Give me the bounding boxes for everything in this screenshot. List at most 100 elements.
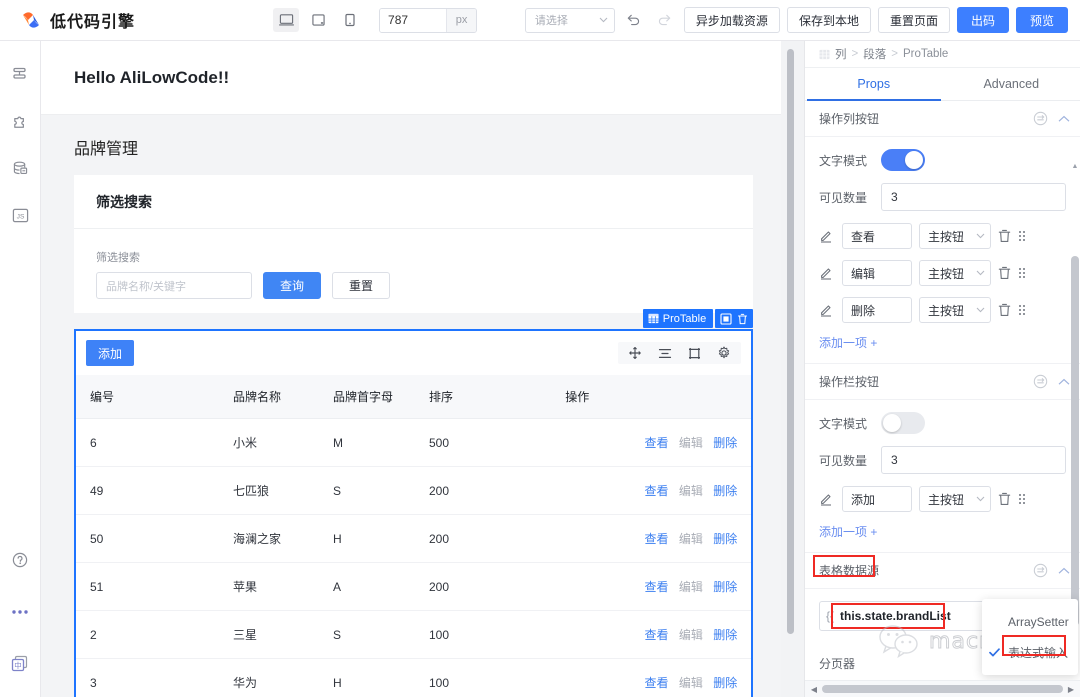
col-header-letter[interactable]: 品牌首字母: [319, 375, 415, 419]
menu-item-arraysetter[interactable]: ArraySetter: [982, 607, 1078, 637]
delete-item-icon[interactable]: [998, 303, 1011, 317]
more-icon[interactable]: [5, 597, 35, 627]
text-mode-toggle[interactable]: [881, 412, 925, 434]
reset-button[interactable]: 重置: [332, 272, 391, 299]
variable-bind-icon[interactable]: [1033, 111, 1048, 126]
undo-button[interactable]: [622, 8, 646, 32]
setting-icon[interactable]: [717, 346, 731, 360]
row-view-link[interactable]: 查看: [644, 436, 668, 450]
row-edit-link[interactable]: 编辑: [679, 436, 703, 450]
row-edit-link[interactable]: 编辑: [679, 628, 703, 642]
mobile-view-button[interactable]: [337, 8, 363, 32]
variable-bind-icon[interactable]: [1033, 374, 1048, 389]
canvas-scrollbar-track[interactable]: [781, 41, 804, 697]
row-delete-link[interactable]: 删除: [713, 676, 737, 690]
edit-pencil-icon[interactable]: [819, 266, 835, 280]
desktop-view-button[interactable]: [273, 8, 300, 32]
drag-handle-icon[interactable]: [1018, 266, 1026, 280]
action-item-type-select[interactable]: 主按钮: [919, 486, 991, 512]
async-load-button[interactable]: 异步加载资源: [683, 7, 780, 33]
delete-item-icon[interactable]: [998, 266, 1011, 280]
panel-scrollbar-thumb[interactable]: [1071, 256, 1079, 626]
visible-count-input[interactable]: 3: [881, 446, 1066, 474]
row-delete-link[interactable]: 删除: [713, 532, 737, 546]
scroll-right-arrow-icon[interactable]: ▶: [1065, 685, 1077, 694]
export-code-button[interactable]: 出码: [956, 7, 1009, 33]
breadcrumb-item-2[interactable]: ProTable: [903, 48, 948, 60]
action-item-text[interactable]: 删除: [842, 297, 912, 323]
row-edit-link[interactable]: 编辑: [679, 580, 703, 594]
col-header-id[interactable]: 编号: [76, 375, 219, 419]
edit-pencil-icon[interactable]: [819, 229, 835, 243]
row-edit-link[interactable]: 编辑: [679, 484, 703, 498]
row-view-link[interactable]: 查看: [644, 484, 668, 498]
canvas-scrollbar-thumb[interactable]: [787, 49, 795, 634]
edit-pencil-icon[interactable]: [819, 303, 835, 317]
row-delete-link[interactable]: 删除: [713, 436, 737, 450]
scroll-left-arrow-icon[interactable]: ◀: [808, 685, 820, 694]
edit-pencil-icon[interactable]: [819, 492, 835, 506]
row-view-link[interactable]: 查看: [644, 580, 668, 594]
table-row[interactable]: 49 七匹狼 S 200 查看 编辑 删除: [76, 466, 752, 515]
protable-add-button[interactable]: 添加: [86, 340, 135, 366]
drag-handle-icon[interactable]: [1018, 229, 1026, 243]
chevron-up-icon[interactable]: [1058, 115, 1070, 123]
section-header-action-bar[interactable]: 操作栏按钮: [805, 364, 1080, 400]
row-delete-link[interactable]: 删除: [713, 628, 737, 642]
reset-page-button[interactable]: 重置页面: [877, 7, 950, 33]
table-row[interactable]: 51 苹果 A 200 查看 编辑 删除: [76, 562, 752, 611]
keyword-input[interactable]: 品牌名称/关键字: [96, 272, 252, 299]
table-row[interactable]: 3 华为 H 100 查看 编辑 删除: [76, 658, 752, 697]
js-icon[interactable]: JS: [5, 200, 35, 230]
tab-props[interactable]: Props: [805, 68, 943, 101]
variable-bind-icon[interactable]: [1033, 563, 1048, 578]
breadcrumb-item-1[interactable]: 段落: [863, 46, 886, 62]
preview-button[interactable]: 预览: [1015, 7, 1068, 33]
chevron-up-icon[interactable]: [1058, 378, 1070, 386]
help-icon[interactable]: [5, 545, 35, 575]
action-item-type-select[interactable]: 主按钮: [919, 260, 991, 286]
plugins-icon[interactable]: 中: [5, 649, 35, 679]
breadcrumb-item-0[interactable]: 列: [835, 46, 847, 62]
outline-icon[interactable]: [5, 59, 35, 89]
table-row[interactable]: 6 小米 M 500 查看 编辑 删除: [76, 418, 752, 467]
section-header-datasource[interactable]: 表格数据源: [805, 553, 1080, 589]
fullscreen-icon[interactable]: [688, 347, 701, 360]
visible-count-input[interactable]: 3: [881, 183, 1066, 211]
row-view-link[interactable]: 查看: [644, 532, 668, 546]
row-edit-link[interactable]: 编辑: [679, 676, 703, 690]
panel-scrollbar[interactable]: ▲ ▼: [1071, 161, 1079, 658]
add-item-link[interactable]: 添加一项 +: [819, 334, 1066, 351]
drag-handle-icon[interactable]: [1018, 492, 1026, 506]
density-icon[interactable]: [658, 347, 672, 360]
components-icon[interactable]: [5, 106, 35, 136]
add-item-link[interactable]: 添加一项 +: [819, 523, 1066, 540]
tab-advanced[interactable]: Advanced: [943, 68, 1080, 100]
col-header-sort[interactable]: 排序: [415, 375, 552, 419]
menu-item-expression[interactable]: 表达式输入: [982, 637, 1078, 667]
section-header-action-column[interactable]: 操作列按钮: [805, 101, 1080, 137]
drag-icon[interactable]: [628, 346, 642, 360]
trash-icon[interactable]: [737, 313, 748, 325]
delete-item-icon[interactable]: [998, 229, 1011, 243]
panel-horizontal-scrollbar[interactable]: ◀ ▶: [805, 680, 1080, 697]
row-edit-link[interactable]: 编辑: [679, 532, 703, 546]
action-item-type-select[interactable]: 主按钮: [919, 297, 991, 323]
action-item-text[interactable]: 添加: [842, 486, 912, 512]
table-row[interactable]: 50 海澜之家 H 200 查看 编辑 删除: [76, 514, 752, 563]
scroll-up-arrow-icon[interactable]: ▲: [1071, 161, 1079, 171]
action-item-text[interactable]: 编辑: [842, 260, 912, 286]
datasource-icon[interactable]: [5, 153, 35, 183]
redo-button[interactable]: [653, 8, 677, 32]
drag-handle-icon[interactable]: [1018, 303, 1026, 317]
col-header-ops[interactable]: 操作: [551, 375, 752, 419]
copy-icon[interactable]: [720, 312, 732, 325]
chevron-up-icon[interactable]: [1058, 567, 1070, 575]
text-mode-toggle[interactable]: [881, 149, 925, 171]
row-view-link[interactable]: 查看: [644, 628, 668, 642]
save-local-button[interactable]: 保存到本地: [786, 7, 871, 33]
search-button[interactable]: 查询: [263, 272, 322, 299]
tablet-view-button[interactable]: [305, 8, 331, 32]
selection-tag[interactable]: ProTable: [642, 309, 714, 328]
row-view-link[interactable]: 查看: [644, 676, 668, 690]
